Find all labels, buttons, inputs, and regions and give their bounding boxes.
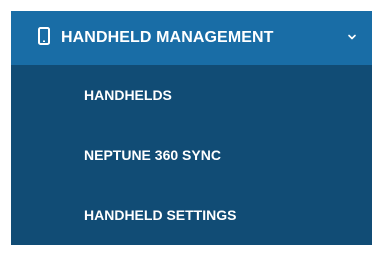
submenu-item-label: HANDHELDS xyxy=(84,87,172,103)
submenu-item-label: NEPTUNE 360 SYNC xyxy=(84,147,221,163)
handheld-submenu: HANDHELDS NEPTUNE 360 SYNC HANDHELD SETT… xyxy=(11,65,372,245)
handheld-management-header[interactable]: HANDHELD MANAGEMENT xyxy=(11,11,372,65)
handheld-management-label: HANDHELD MANAGEMENT xyxy=(61,29,274,46)
submenu-item-handhelds[interactable]: HANDHELDS xyxy=(11,65,372,125)
submenu-item-handheld-settings[interactable]: HANDHELD SETTINGS xyxy=(11,185,372,245)
submenu-item-neptune-360-sync[interactable]: NEPTUNE 360 SYNC xyxy=(11,125,372,185)
chevron-down-icon[interactable] xyxy=(346,31,358,43)
handheld-management-menu: HANDHELD MANAGEMENT HANDHELDS NEPTUNE 36… xyxy=(11,11,372,245)
handheld-device-icon xyxy=(38,27,50,45)
submenu-item-label: HANDHELD SETTINGS xyxy=(84,207,237,223)
